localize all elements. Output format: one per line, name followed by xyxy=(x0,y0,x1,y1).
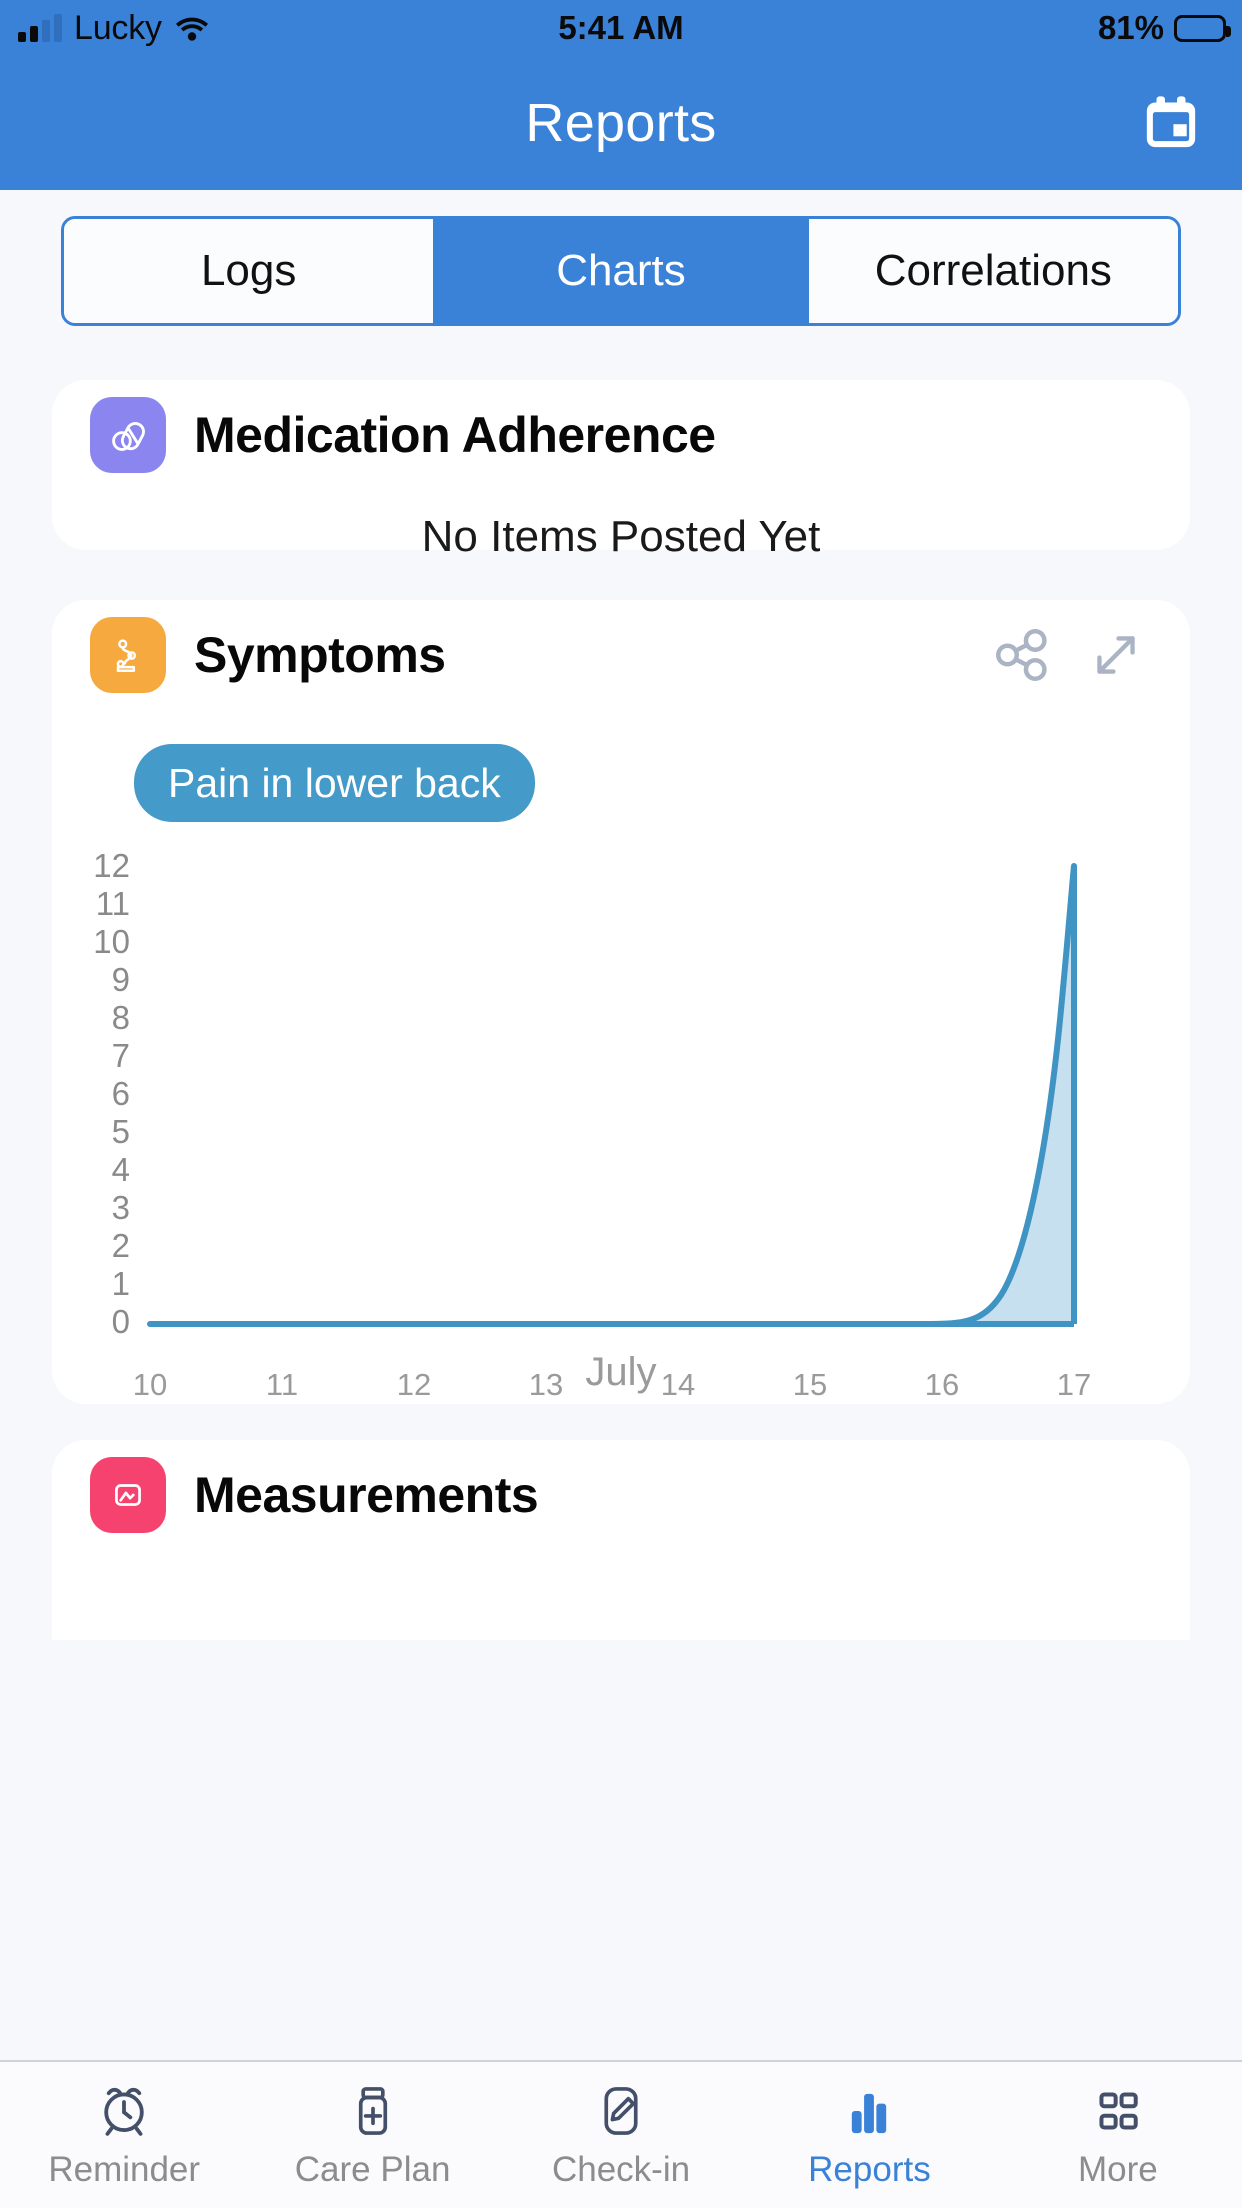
status-bar: Lucky 5:41 AM 81% xyxy=(0,0,1242,56)
tab-care-plan[interactable]: Care Plan xyxy=(248,2062,496,2208)
battery-icon xyxy=(1174,14,1231,42)
tab-check-in[interactable]: Check-in xyxy=(497,2062,745,2208)
svg-text:9: 9 xyxy=(112,961,130,998)
chart-area-fill xyxy=(150,866,1074,1324)
nav-bar: Reports xyxy=(0,56,1242,190)
svg-text:11: 11 xyxy=(96,885,130,922)
tab-label: More xyxy=(1077,2150,1158,2189)
tab-more[interactable]: More xyxy=(994,2062,1242,2208)
tab-correlations[interactable]: Correlations xyxy=(808,219,1178,323)
alarm-clock-icon xyxy=(96,2080,152,2142)
svg-text:5: 5 xyxy=(112,1113,130,1150)
view-mode-segmented-control[interactable]: Logs Charts Correlations xyxy=(61,216,1181,326)
card-symptoms[interactable]: Symptoms Pain in lower back 12 11 10 9 8… xyxy=(52,600,1190,1404)
tab-logs[interactable]: Logs xyxy=(64,219,437,323)
y-axis-tick-labels: 12 11 10 9 8 7 6 5 4 3 2 1 0 xyxy=(93,850,130,1340)
measurements-icon xyxy=(90,1457,166,1533)
symptoms-area-chart: 12 11 10 9 8 7 6 5 4 3 2 1 0 10 11 12 13… xyxy=(93,850,1091,1402)
battery-percent-label: 81% xyxy=(1097,9,1164,46)
symptom-filter-chip[interactable]: Pain in lower back xyxy=(134,744,535,822)
svg-text:7: 7 xyxy=(112,1037,130,1074)
tab-reminder[interactable]: Reminder xyxy=(0,2062,248,2208)
svg-text:10: 10 xyxy=(93,923,130,960)
card-medication-adherence[interactable]: Medication Adherence No Items Posted Yet xyxy=(52,380,1190,561)
share-nodes-icon[interactable] xyxy=(992,625,1052,685)
symptom-body-icon xyxy=(90,617,166,693)
card-title: Symptoms xyxy=(194,627,446,683)
x-axis-label: July xyxy=(585,1350,657,1394)
card-title: Measurements xyxy=(194,1467,539,1523)
svg-text:12: 12 xyxy=(93,850,130,884)
card-header: Medication Adherence xyxy=(52,380,1190,490)
pill-bottle-icon xyxy=(346,2080,400,2142)
empty-state-message: No Items Posted Yet xyxy=(421,512,821,561)
card-header: Measurements xyxy=(52,1440,1190,1550)
app-root: Lucky 5:41 AM 81% Reports Logs Charts Co… xyxy=(0,0,1242,2208)
tab-label: Check-in xyxy=(551,2150,691,2189)
svg-text:0: 0 xyxy=(112,1303,130,1340)
svg-text:3: 3 xyxy=(112,1189,130,1226)
tab-label: Reports xyxy=(808,2150,931,2189)
grid-squares-icon xyxy=(1092,2080,1144,2142)
tab-reports[interactable]: Reports xyxy=(745,2062,993,2208)
tab-label: Reminder xyxy=(48,2150,201,2189)
card-measurements[interactable]: Measurements xyxy=(52,1440,1190,1640)
tab-charts[interactable]: Charts xyxy=(436,219,809,323)
expand-arrows-icon[interactable] xyxy=(1086,625,1146,685)
bar-chart-icon xyxy=(842,2080,896,2142)
svg-text:6: 6 xyxy=(112,1075,130,1112)
status-bar-right: 81% xyxy=(1097,0,1231,56)
calendar-icon[interactable] xyxy=(1140,92,1202,154)
status-bar-time: 5:41 AM xyxy=(558,9,684,46)
card-title: Medication Adherence xyxy=(194,407,716,463)
page-title: Reports xyxy=(525,93,717,153)
svg-text:1: 1 xyxy=(112,1265,130,1302)
svg-text:8: 8 xyxy=(112,999,130,1036)
bottom-tab-bar: Reminder Care Plan Check-in Reports More xyxy=(0,2060,1242,2208)
svg-text:2: 2 xyxy=(112,1227,130,1264)
card-header: Symptoms xyxy=(52,600,1190,710)
pencil-square-icon xyxy=(594,2080,648,2142)
card-actions xyxy=(992,625,1146,685)
svg-text:4: 4 xyxy=(112,1151,130,1188)
tab-label: Care Plan xyxy=(294,2150,451,2189)
chart-line xyxy=(147,863,1077,1327)
symptoms-chart: 12 11 10 9 8 7 6 5 4 3 2 1 0 10 11 12 13… xyxy=(52,850,1190,1410)
pill-icon xyxy=(90,397,166,473)
